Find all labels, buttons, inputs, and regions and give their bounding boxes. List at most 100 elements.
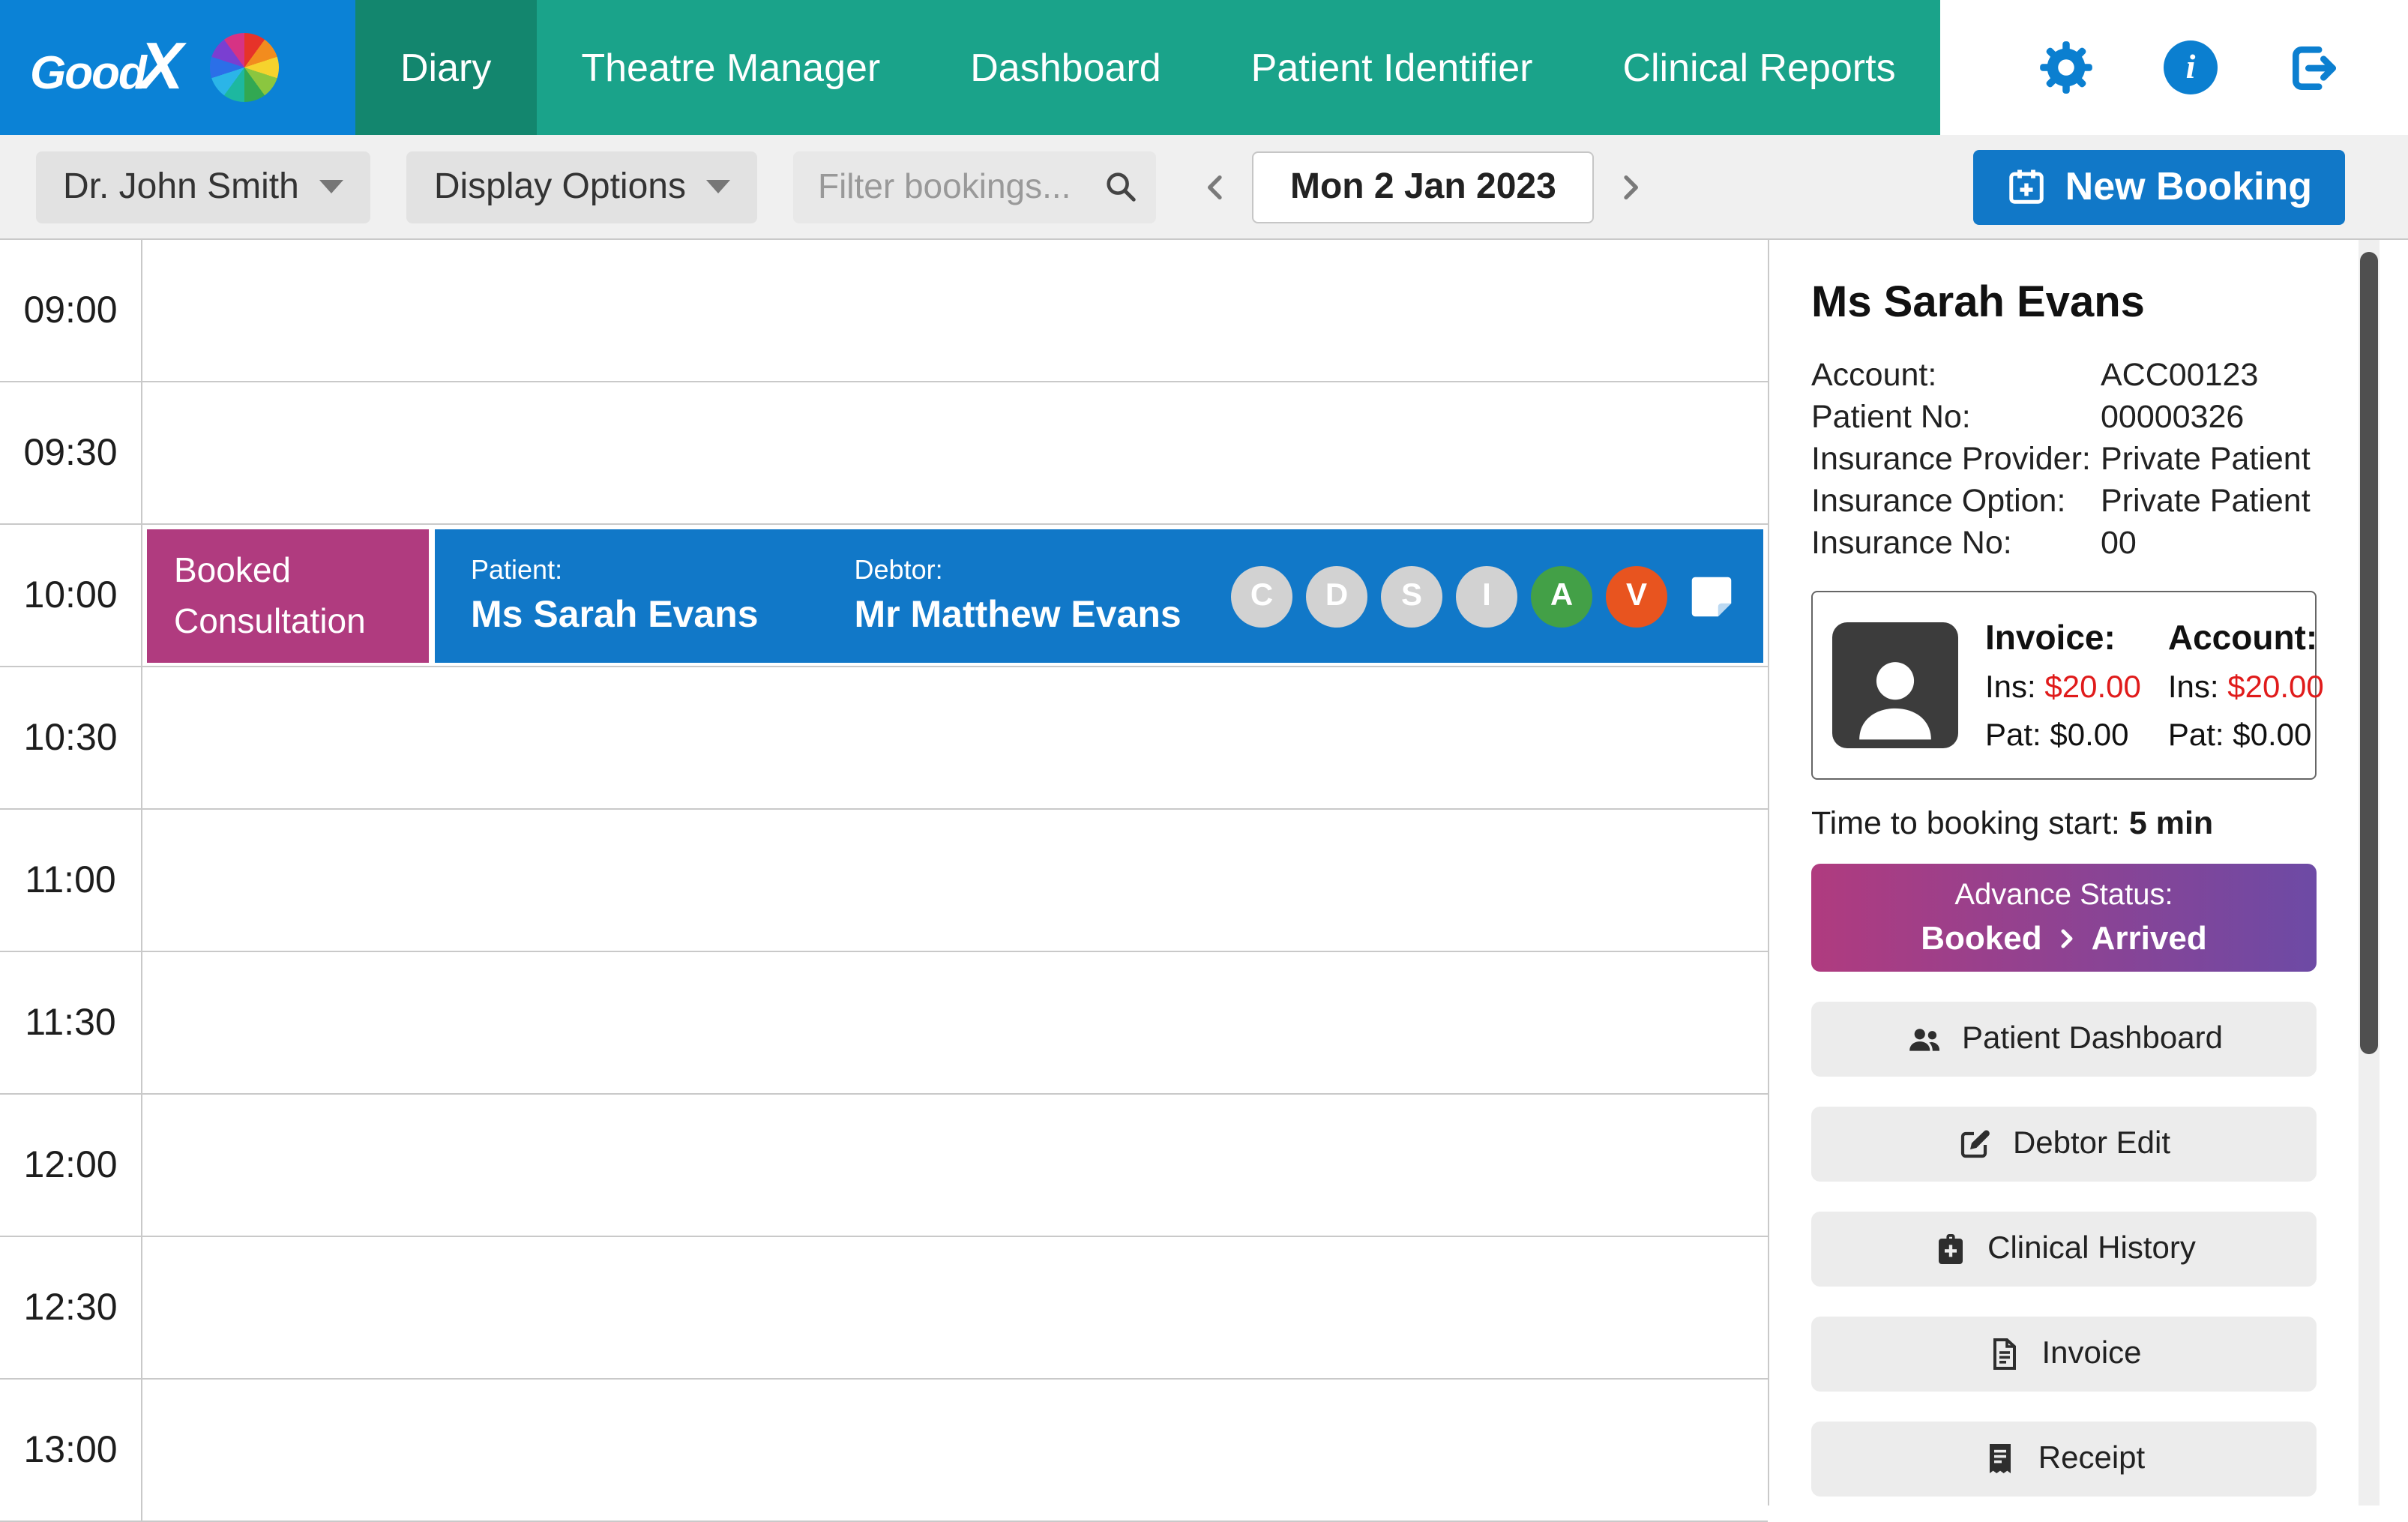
detail-insurance-no: Insurance No: 00 xyxy=(1811,523,2317,565)
filter-bookings-input[interactable] xyxy=(818,166,1104,207)
scrollbar-thumb[interactable] xyxy=(2360,252,2378,1054)
previous-day-button[interactable] xyxy=(1193,158,1241,215)
time-label: 09:30 xyxy=(0,382,142,523)
advance-status-label: Advance Status: xyxy=(1954,878,2173,912)
calendar-row: 12:30 xyxy=(0,1237,1768,1380)
receipt-button[interactable]: Receipt xyxy=(1811,1422,2317,1497)
detail-label: Insurance Option: xyxy=(1811,481,2101,523)
detail-account: Account: ACC00123 xyxy=(1811,355,2317,397)
calendar-row: 11:00 xyxy=(0,810,1768,952)
detail-patient-no: Patient No: 00000326 xyxy=(1811,397,2317,439)
empty-slot-0900[interactable] xyxy=(142,240,1768,381)
logout-icon[interactable] xyxy=(2287,40,2342,95)
action-label: Debtor Edit xyxy=(2013,1126,2170,1162)
calendar-row: 11:30 xyxy=(0,952,1768,1095)
detail-value: Private Patient xyxy=(2101,439,2317,481)
goodx-logo: GoodX xyxy=(0,0,355,135)
invoice-header: Invoice: xyxy=(1985,611,2141,663)
detail-label: Insurance No: xyxy=(1811,523,2101,565)
account-pat-row: Pat: $0.00 xyxy=(2168,712,2324,759)
tab-dashboard[interactable]: Dashboard xyxy=(925,0,1205,135)
empty-slot-1130[interactable] xyxy=(142,952,1768,1093)
badge-c[interactable]: C xyxy=(1231,565,1292,627)
color-wheel-icon xyxy=(211,33,280,102)
clinical-history-icon xyxy=(1932,1231,1968,1267)
top-nav: GoodX Diary Theatre Manager Dashboard Pa… xyxy=(0,0,2408,135)
invoice-column: Invoice: Ins: $20.00 Pat: $0.00 xyxy=(1985,611,2141,759)
calendar-plus-icon xyxy=(2007,166,2047,207)
empty-slot-1100[interactable] xyxy=(142,810,1768,951)
patient-sidebar: Ms Sarah Evans Account: ACC00123 Patient… xyxy=(1769,240,2359,1506)
clinical-history-button[interactable]: Clinical History xyxy=(1811,1212,2317,1287)
empty-slot-1230[interactable] xyxy=(142,1237,1768,1378)
tab-clinical-reports[interactable]: Clinical Reports xyxy=(1577,0,1940,135)
booking-1000[interactable]: Booked Consultation Patient: Ms Sarah Ev… xyxy=(147,529,1763,663)
detail-label: Account: xyxy=(1811,355,2101,397)
calendar-row: 10:30 xyxy=(0,667,1768,810)
empty-slot-1300[interactable] xyxy=(142,1380,1768,1521)
patient-label: Patient: xyxy=(471,555,759,586)
nav-tabs: Diary Theatre Manager Dashboard Patient … xyxy=(355,0,1941,135)
billing-summary-box: Invoice: Ins: $20.00 Pat: $0.00 Account:… xyxy=(1811,590,2317,780)
people-icon xyxy=(1905,1020,1942,1058)
time-label: 11:00 xyxy=(0,810,142,951)
tab-theatre-manager[interactable]: Theatre Manager xyxy=(536,0,925,135)
detail-insurance-provider: Insurance Provider: Private Patient xyxy=(1811,439,2317,481)
settings-gear-icon[interactable] xyxy=(2038,39,2095,96)
invoice-ins-row: Ins: $20.00 xyxy=(1985,664,2141,712)
vertical-scrollbar[interactable] xyxy=(2359,240,2380,1506)
detail-value: 00000326 xyxy=(2101,397,2317,439)
empty-slot-1200[interactable] xyxy=(142,1095,1768,1236)
advance-status-button[interactable]: Advance Status: Booked Arrived xyxy=(1811,864,2317,972)
badge-i[interactable]: I xyxy=(1456,565,1517,627)
detail-insurance-option: Insurance Option: Private Patient xyxy=(1811,481,2317,523)
debtor-edit-button[interactable]: Debtor Edit xyxy=(1811,1107,2317,1182)
debtor-label: Debtor: xyxy=(855,555,1182,586)
patient-dashboard-button[interactable]: Patient Dashboard xyxy=(1811,1002,2317,1077)
search-icon xyxy=(1104,169,1139,204)
date-display[interactable]: Mon 2 Jan 2023 xyxy=(1253,151,1594,223)
action-label: Patient Dashboard xyxy=(1962,1021,2223,1057)
advance-status-transition: Booked Arrived xyxy=(1921,918,2206,957)
invoice-icon xyxy=(1986,1336,2022,1372)
badge-a[interactable]: A xyxy=(1531,565,1592,627)
note-icon[interactable] xyxy=(1681,565,1742,627)
diary-calendar: 09:00 09:30 10:00 10:30 11:00 11:30 xyxy=(0,240,1769,1506)
badge-d[interactable]: D xyxy=(1306,565,1367,627)
chevron-right-icon xyxy=(2056,924,2078,951)
new-booking-label: New Booking xyxy=(2065,163,2312,210)
logo-text: GoodX xyxy=(30,30,184,105)
detail-value: ACC00123 xyxy=(2101,355,2317,397)
info-icon[interactable]: i xyxy=(2164,40,2218,94)
badge-s[interactable]: S xyxy=(1381,565,1442,627)
calendar-row: 13:00 xyxy=(0,1380,1768,1522)
tab-diary[interactable]: Diary xyxy=(355,0,536,135)
empty-slot-1030[interactable] xyxy=(142,667,1768,808)
booking-details-block: Patient: Ms Sarah Evans Debtor: Mr Matth… xyxy=(435,529,1763,663)
action-label: Invoice xyxy=(2041,1336,2141,1372)
account-ins-amount: $20.00 xyxy=(2227,670,2323,705)
empty-slot-0930[interactable] xyxy=(142,382,1768,523)
chevron-left-icon xyxy=(1202,167,1232,206)
invoice-pat-amount: $0.00 xyxy=(2050,718,2128,752)
booking-status-block: Booked Consultation xyxy=(147,529,429,663)
badge-v[interactable]: V xyxy=(1606,565,1667,627)
next-day-button[interactable] xyxy=(1606,158,1654,215)
new-booking-button[interactable]: New Booking xyxy=(1974,149,2345,224)
account-ins-row: Ins: $20.00 xyxy=(2168,664,2324,712)
invoice-pat-row: Pat: $0.00 xyxy=(1985,712,2141,759)
patient-name: Ms Sarah Evans xyxy=(471,594,759,637)
chevron-down-icon xyxy=(707,180,731,193)
invoice-button[interactable]: Invoice xyxy=(1811,1317,2317,1392)
display-options-dropdown[interactable]: Display Options xyxy=(407,151,758,223)
doctor-dropdown[interactable]: Dr. John Smith xyxy=(36,151,371,223)
date-navigation: Mon 2 Jan 2023 xyxy=(1193,151,1654,223)
tab-patient-identifier[interactable]: Patient Identifier xyxy=(1206,0,1578,135)
detail-label: Patient No: xyxy=(1811,397,2101,439)
calendar-row: 12:00 xyxy=(0,1095,1768,1237)
booking-debtor: Debtor: Mr Matthew Evans xyxy=(855,555,1182,637)
booking-patient: Patient: Ms Sarah Evans xyxy=(471,555,759,637)
time-label: 13:00 xyxy=(0,1380,142,1521)
advance-from: Booked xyxy=(1921,918,2041,957)
right-margin xyxy=(2380,240,2408,1506)
